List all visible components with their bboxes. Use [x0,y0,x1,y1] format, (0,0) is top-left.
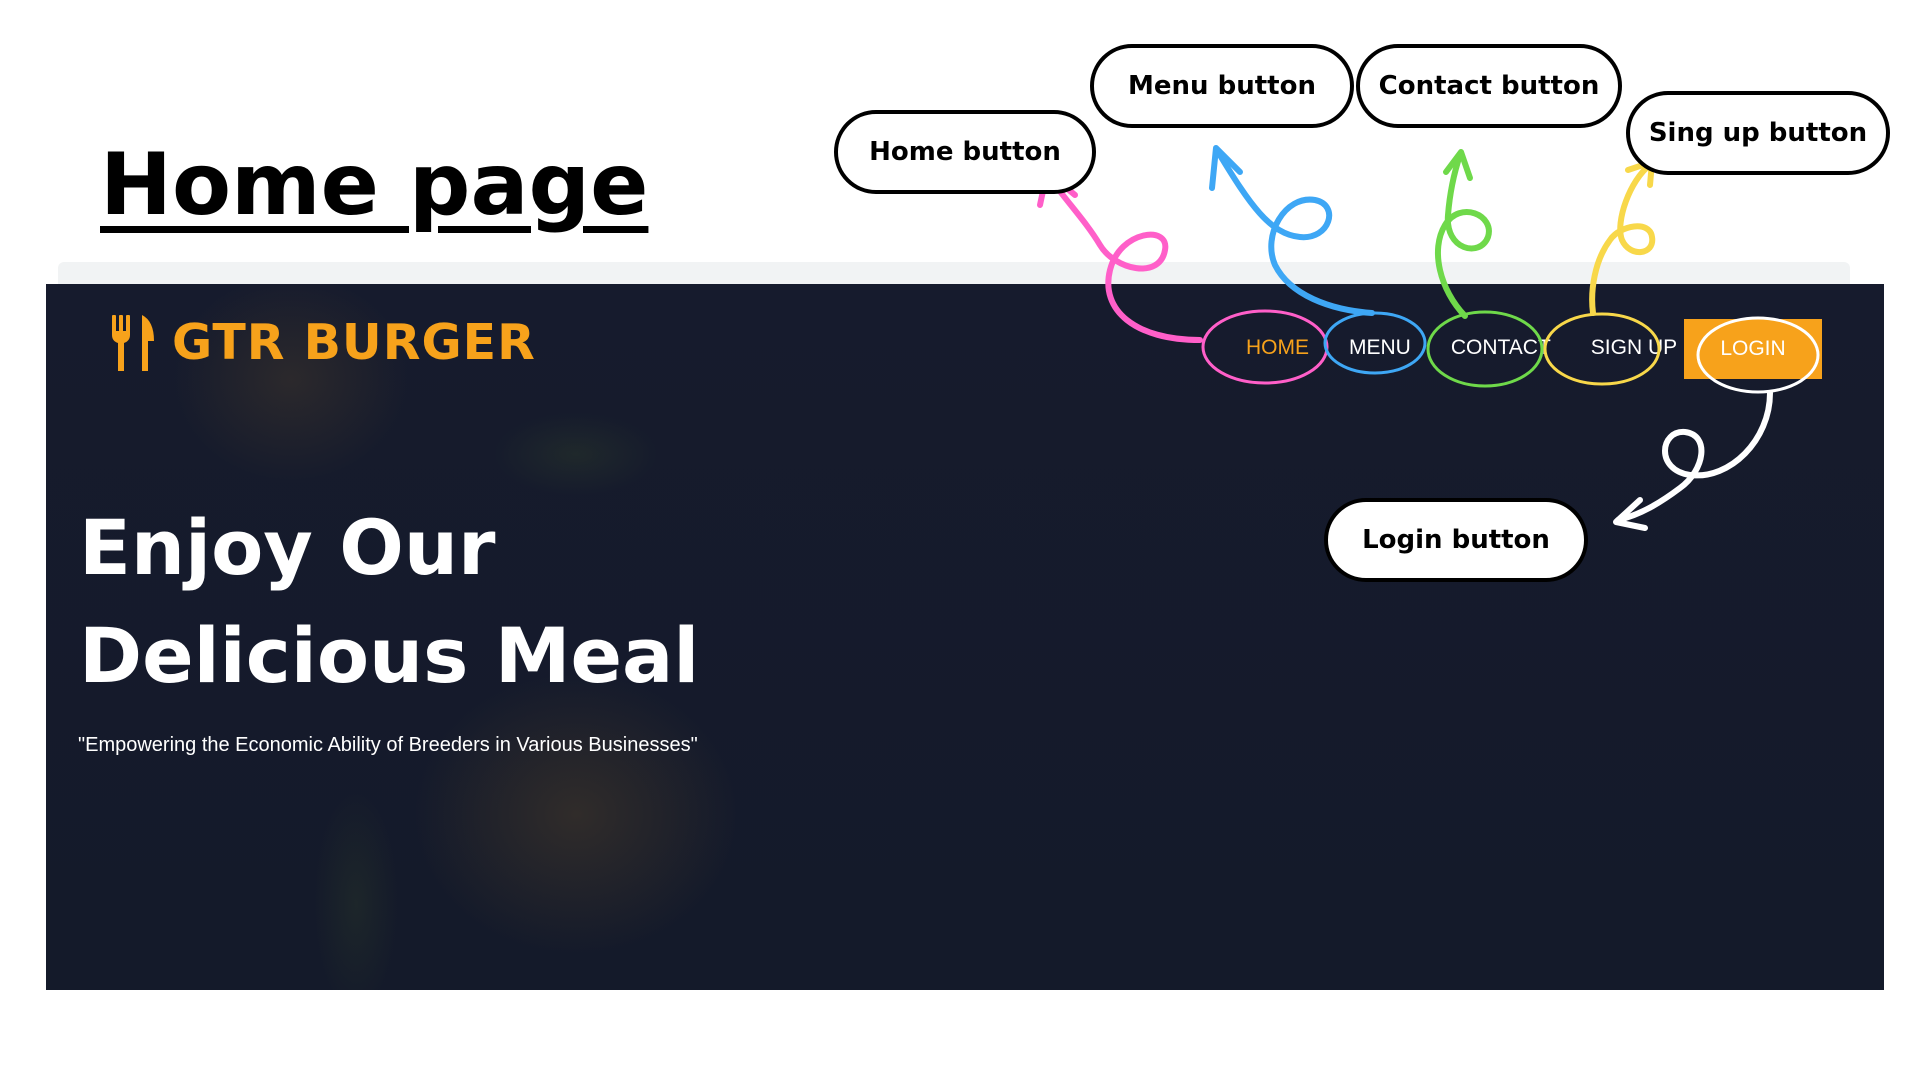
menu-button-callout: Menu button [1090,44,1354,128]
hero-tagline: "Empowering the Economic Ability of Bree… [78,734,698,756]
login-button-callout: Login button [1324,498,1588,582]
login-button[interactable]: LOGIN [1684,319,1822,379]
fork-knife-icon [112,314,154,371]
contact-button-callout: Contact button [1356,44,1622,128]
contact-arrowhead [1443,149,1473,181]
nav-contact-link[interactable]: CONTACT [1445,320,1557,376]
brand-logo[interactable]: GTR BURGER [110,314,536,371]
hero-title-line-2: Delicious Meal [79,611,700,700]
hero-title: Enjoy Our Delicious Meal [79,494,979,710]
menu-arrowhead [1209,145,1243,191]
browser-chrome-strip [58,262,1850,284]
page-heading: Home page [100,135,649,235]
nav-home-link[interactable]: HOME [1240,320,1315,376]
signup-button-callout: Sing up button [1626,91,1890,175]
brand-name: GTR BURGER [172,314,536,371]
hero-title-line-1: Enjoy Our [79,503,496,592]
main-nav: HOME MENU CONTACT SIGN UP [1240,320,1711,376]
home-button-callout: Home button [834,110,1096,194]
hero-section: GTR BURGER HOME MENU CONTACT SIGN UP LOG… [46,284,1884,990]
nav-menu-link[interactable]: MENU [1343,320,1417,376]
nav-signup-link[interactable]: SIGN UP [1585,320,1683,376]
